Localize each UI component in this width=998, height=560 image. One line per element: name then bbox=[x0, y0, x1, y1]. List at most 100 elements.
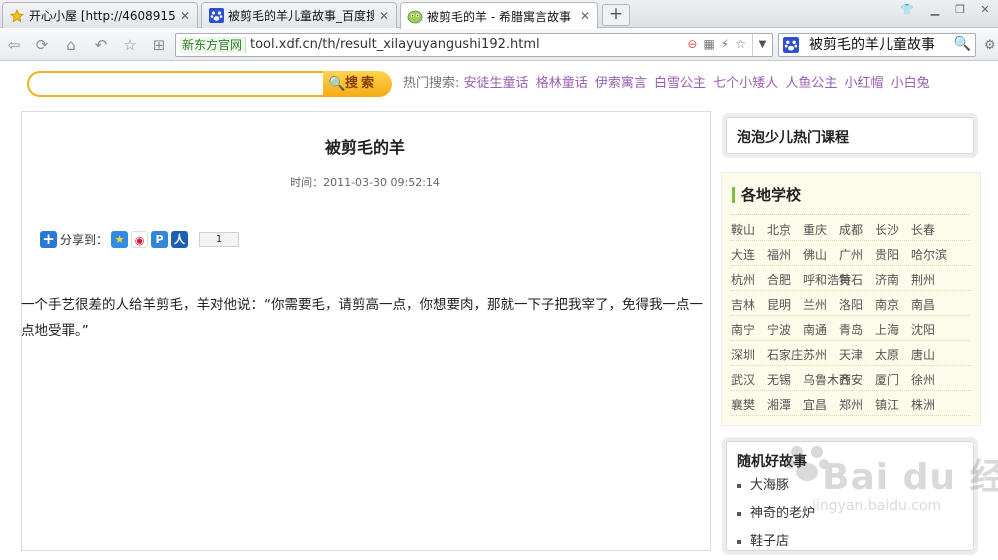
city-link[interactable]: 哈尔滨 bbox=[911, 246, 947, 263]
city-link[interactable]: 吉林 bbox=[731, 296, 755, 313]
city-link[interactable]: 大连 bbox=[731, 246, 755, 263]
city-row: 深圳 石家庄 苏州 天津 太原 唐山 bbox=[731, 341, 971, 366]
undo-icon[interactable]: ↶ bbox=[91, 35, 111, 55]
weibo-icon[interactable]: ◉ bbox=[131, 230, 149, 248]
shirt-icon[interactable]: 👕 bbox=[897, 2, 917, 18]
close-tab-icon[interactable]: ✕ bbox=[179, 9, 191, 23]
renren-icon[interactable]: 人 bbox=[171, 230, 189, 248]
share-bar: + 分享到： ★ ◉ P 人 1 bbox=[40, 229, 240, 249]
city-link[interactable]: 成都 bbox=[839, 221, 863, 238]
hot-link[interactable]: 格林童话 bbox=[536, 76, 588, 91]
search-query[interactable]: 被剪毛的羊儿童故事 bbox=[809, 37, 935, 54]
home-icon[interactable]: ⌂ bbox=[61, 35, 81, 55]
hot-link[interactable]: 小红帽 bbox=[844, 76, 883, 91]
browser-tab-2[interactable]: 被剪毛的羊儿童故事_百度搜 ✕ bbox=[201, 2, 397, 28]
random-story-link[interactable]: 大海豚 bbox=[737, 476, 815, 504]
city-link[interactable]: 广州 bbox=[839, 246, 863, 263]
hot-label: 热门搜索: bbox=[403, 76, 460, 91]
hot-link[interactable]: 小白兔 bbox=[891, 76, 930, 91]
restore-icon[interactable]: ❐ bbox=[950, 2, 970, 18]
city-link[interactable]: 南昌 bbox=[911, 296, 935, 313]
city-link[interactable]: 青岛 bbox=[839, 321, 863, 338]
chevron-down-icon[interactable]: ▼ bbox=[752, 34, 772, 56]
city-link[interactable]: 无锡 bbox=[767, 371, 791, 388]
search-button[interactable]: 🔍 搜索 bbox=[323, 71, 392, 97]
search-input[interactable] bbox=[27, 71, 327, 97]
city-link[interactable]: 北京 bbox=[767, 221, 791, 238]
city-link[interactable]: 西安 bbox=[839, 371, 863, 388]
url-text[interactable]: tool.xdf.cn/th/result_xilayuyangushi192.… bbox=[250, 37, 540, 53]
city-row: 大连 福州 佛山 广州 贵阳 哈尔滨 bbox=[731, 241, 971, 266]
back-arrow-icon[interactable]: ⇦ bbox=[4, 35, 24, 55]
random-story-link[interactable]: 神奇的老炉 bbox=[737, 504, 815, 532]
city-link[interactable]: 福州 bbox=[767, 246, 791, 263]
city-link[interactable]: 黄石 bbox=[839, 271, 863, 288]
shield-icon[interactable]: ⊖ bbox=[687, 37, 697, 51]
city-link[interactable]: 湘潭 bbox=[767, 396, 791, 413]
city-row: 吉林 昆明 兰州 洛阳 南京 南昌 bbox=[731, 291, 971, 316]
tab-strip: 开心小屋 [http://46089153 ✕ 被剪毛的羊儿童故事_百度搜 ✕ … bbox=[0, 0, 998, 29]
qr-code-icon[interactable]: ▦ bbox=[703, 37, 714, 51]
city-link[interactable]: 南京 bbox=[875, 296, 899, 313]
city-link[interactable]: 镇江 bbox=[875, 396, 899, 413]
city-link[interactable]: 武汉 bbox=[731, 371, 755, 388]
tools-gear-icon[interactable]: ⚙ bbox=[984, 38, 996, 53]
hot-link[interactable]: 白雪公主 bbox=[654, 76, 706, 91]
city-link[interactable]: 重庆 bbox=[803, 221, 827, 238]
close-tab-icon[interactable]: ✕ bbox=[579, 9, 591, 23]
grid-apps-icon[interactable]: ⊞ bbox=[149, 35, 169, 55]
city-link[interactable]: 南宁 bbox=[731, 321, 755, 338]
city-link[interactable]: 厦门 bbox=[875, 371, 899, 388]
city-link[interactable]: 杭州 bbox=[731, 271, 755, 288]
city-link[interactable]: 徐州 bbox=[911, 371, 935, 388]
city-link[interactable]: 沈阳 bbox=[911, 321, 935, 338]
hot-link[interactable]: 安徒生童话 bbox=[464, 76, 529, 91]
courses-card[interactable]: 泡泡少儿热门课程 bbox=[726, 117, 974, 154]
random-story-link[interactable]: 鞋子店 bbox=[737, 532, 815, 560]
hot-link[interactable]: 人鱼公主 bbox=[785, 76, 837, 91]
city-link[interactable]: 贵阳 bbox=[875, 246, 899, 263]
lightning-icon[interactable]: ⚡ bbox=[721, 37, 729, 51]
reload-icon[interactable]: ⟳ bbox=[32, 35, 52, 55]
city-link[interactable]: 鞍山 bbox=[731, 221, 755, 238]
minimize-icon[interactable]: ▁ bbox=[925, 2, 945, 18]
city-link[interactable]: 苏州 bbox=[803, 346, 827, 363]
favorite-star-icon[interactable]: ☆ bbox=[120, 35, 140, 55]
city-link[interactable]: 济南 bbox=[875, 271, 899, 288]
city-link[interactable]: 株洲 bbox=[911, 396, 935, 413]
city-link[interactable]: 太原 bbox=[875, 346, 899, 363]
search-box[interactable]: 被剪毛的羊儿童故事 🔍 bbox=[778, 33, 976, 57]
search-icon[interactable]: 🔍 bbox=[954, 36, 971, 52]
city-link[interactable]: 合肥 bbox=[767, 271, 791, 288]
city-link[interactable]: 洛阳 bbox=[839, 296, 863, 313]
city-link[interactable]: 深圳 bbox=[731, 346, 755, 363]
city-link[interactable]: 襄樊 bbox=[731, 396, 755, 413]
city-link[interactable]: 昆明 bbox=[767, 296, 791, 313]
hot-link[interactable]: 伊索寓言 bbox=[595, 76, 647, 91]
qzone-star-icon[interactable]: ★ bbox=[111, 230, 129, 248]
new-tab-button[interactable]: + bbox=[602, 4, 630, 26]
close-tab-icon[interactable]: ✕ bbox=[378, 9, 390, 23]
bookmark-star-icon[interactable]: ☆ bbox=[735, 37, 746, 51]
browser-tab-3[interactable]: 被剪毛的羊 - 希腊寓言故事 ✕ bbox=[400, 2, 598, 29]
city-link[interactable]: 上海 bbox=[875, 321, 899, 338]
share-plus-icon[interactable]: + bbox=[40, 230, 57, 248]
city-link[interactable]: 长春 bbox=[911, 221, 935, 238]
browser-tab-1[interactable]: 开心小屋 [http://46089153 ✕ bbox=[2, 2, 198, 28]
hot-link[interactable]: 七个小矮人 bbox=[713, 76, 778, 91]
city-link[interactable]: 石家庄 bbox=[767, 346, 803, 363]
address-bar[interactable]: 新东方官网 tool.xdf.cn/th/result_xilayuyangus… bbox=[175, 33, 773, 57]
city-link[interactable]: 宜昌 bbox=[803, 396, 827, 413]
city-link[interactable]: 长沙 bbox=[875, 221, 899, 238]
city-link[interactable]: 兰州 bbox=[803, 296, 827, 313]
city-link[interactable]: 唐山 bbox=[911, 346, 935, 363]
city-link[interactable]: 荆州 bbox=[911, 271, 935, 288]
city-link[interactable]: 宁波 bbox=[767, 321, 791, 338]
close-window-icon[interactable]: ✕ bbox=[975, 2, 995, 18]
city-link[interactable]: 南通 bbox=[803, 321, 827, 338]
baidu-paw-icon bbox=[208, 8, 224, 24]
city-link[interactable]: 天津 bbox=[839, 346, 863, 363]
pengyou-icon[interactable]: P bbox=[151, 230, 169, 248]
city-link[interactable]: 郑州 bbox=[839, 396, 863, 413]
city-link[interactable]: 佛山 bbox=[803, 246, 827, 263]
